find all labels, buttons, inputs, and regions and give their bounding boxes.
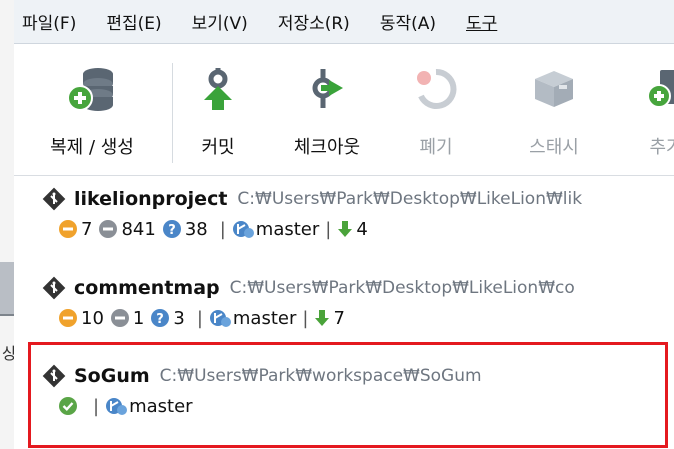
add-label: 추가 <box>649 137 674 158</box>
clone-create-button[interactable]: 복제 / 생성 <box>22 63 162 159</box>
background-window <box>0 0 14 449</box>
discard-label: 폐기 <box>419 137 453 158</box>
removed-badge: 1 <box>110 308 144 329</box>
behind-count: 7 <box>333 307 345 329</box>
question-icon: ? <box>162 220 181 238</box>
branch-badge: master <box>232 218 319 240</box>
menu-bar: 파일(F) 편집(E) 보기(V) 저장소(R) 동작(A) 도구 <box>14 0 674 44</box>
removed-count: 1 <box>132 307 145 329</box>
menu-file[interactable]: 파일(F) <box>22 9 76 34</box>
repo-item[interactable]: likelionproject C:₩Users₩Park₩Desktop₩Li… <box>42 184 582 244</box>
git-diamond-icon <box>42 187 66 211</box>
question-icon: ? <box>151 309 170 327</box>
svg-text:?: ? <box>157 312 165 327</box>
menu-actions[interactable]: 동작(A) <box>380 9 436 34</box>
menu-edit[interactable]: 편집(E) <box>106 9 161 34</box>
behind-count: 4 <box>356 218 368 240</box>
branch-icon <box>209 310 231 327</box>
database-add-icon <box>67 68 113 111</box>
menu-view[interactable]: 보기(V) <box>192 9 248 34</box>
checkout-button[interactable]: 체크아웃 <box>282 63 372 159</box>
untracked-badge: ? 3 <box>150 307 185 329</box>
toolbar-separator <box>172 63 173 163</box>
removed-badge: 841 <box>98 218 156 240</box>
branch-name: master <box>232 307 297 329</box>
background-stripe <box>0 314 14 316</box>
repo-path: C:₩Users₩Park₩Desktop₩LikeLion₩co <box>229 278 575 298</box>
clone-create-label: 복제 / 생성 <box>50 137 134 158</box>
stash-label: 스태시 <box>529 137 579 158</box>
modified-count: 7 <box>81 218 93 240</box>
discard-icon <box>417 68 457 109</box>
modified-icon <box>59 220 77 238</box>
separator: | <box>219 218 226 240</box>
removed-icon <box>99 220 118 238</box>
removed-icon <box>110 309 129 327</box>
commit-label: 커밋 <box>201 137 235 158</box>
modified-count: 10 <box>81 307 104 329</box>
checkout-icon <box>312 69 343 108</box>
behind-badge: 4 <box>337 218 368 240</box>
svg-text:?: ? <box>168 223 176 238</box>
branch-name: master <box>255 218 320 240</box>
commit-icon <box>204 68 232 110</box>
repo-name: commentmap <box>74 277 220 299</box>
modified-icon <box>59 309 77 327</box>
branch-badge: master <box>209 307 296 329</box>
separator: | <box>196 307 203 329</box>
stash-button[interactable]: 스태시 <box>514 63 594 159</box>
highlight-box <box>28 342 668 448</box>
menu-tools[interactable]: 도구 <box>466 9 497 34</box>
git-diamond-icon <box>42 276 66 300</box>
add-file-icon <box>647 70 674 108</box>
modified-badge: 10 <box>58 308 104 329</box>
sourcetree-window: 파일(F) 편집(E) 보기(V) 저장소(R) 동작(A) 도구 복제 / 생… <box>14 0 674 449</box>
separator: | <box>302 307 309 329</box>
repo-item[interactable]: commentmap C:₩Users₩Park₩Desktop₩LikeLio… <box>42 273 575 333</box>
untracked-count: 38 <box>184 218 208 240</box>
toolbar: 복제 / 생성 커밋 체크아웃 폐기 스태시 추 <box>14 45 674 176</box>
menu-repository[interactable]: 저장소(R) <box>278 9 350 34</box>
untracked-count: 3 <box>173 307 185 329</box>
arrow-down-icon <box>338 221 353 237</box>
discard-button[interactable]: 폐기 <box>408 63 464 159</box>
arrow-down-icon <box>315 310 330 326</box>
stash-box-icon <box>535 71 573 107</box>
separator: | <box>325 218 332 240</box>
branch-icon <box>232 221 254 238</box>
repo-name: likelionproject <box>74 188 228 210</box>
commit-button[interactable]: 커밋 <box>190 63 246 159</box>
add-button[interactable]: 추가 <box>636 63 674 159</box>
repo-path: C:₩Users₩Park₩Desktop₩LikeLion₩lik <box>237 189 583 209</box>
untracked-badge: ? 38 <box>162 219 208 240</box>
behind-badge: 7 <box>314 307 345 329</box>
checkout-label: 체크아웃 <box>293 137 361 158</box>
removed-count: 841 <box>121 218 156 240</box>
modified-badge: 7 <box>58 219 92 240</box>
background-band <box>0 262 14 314</box>
